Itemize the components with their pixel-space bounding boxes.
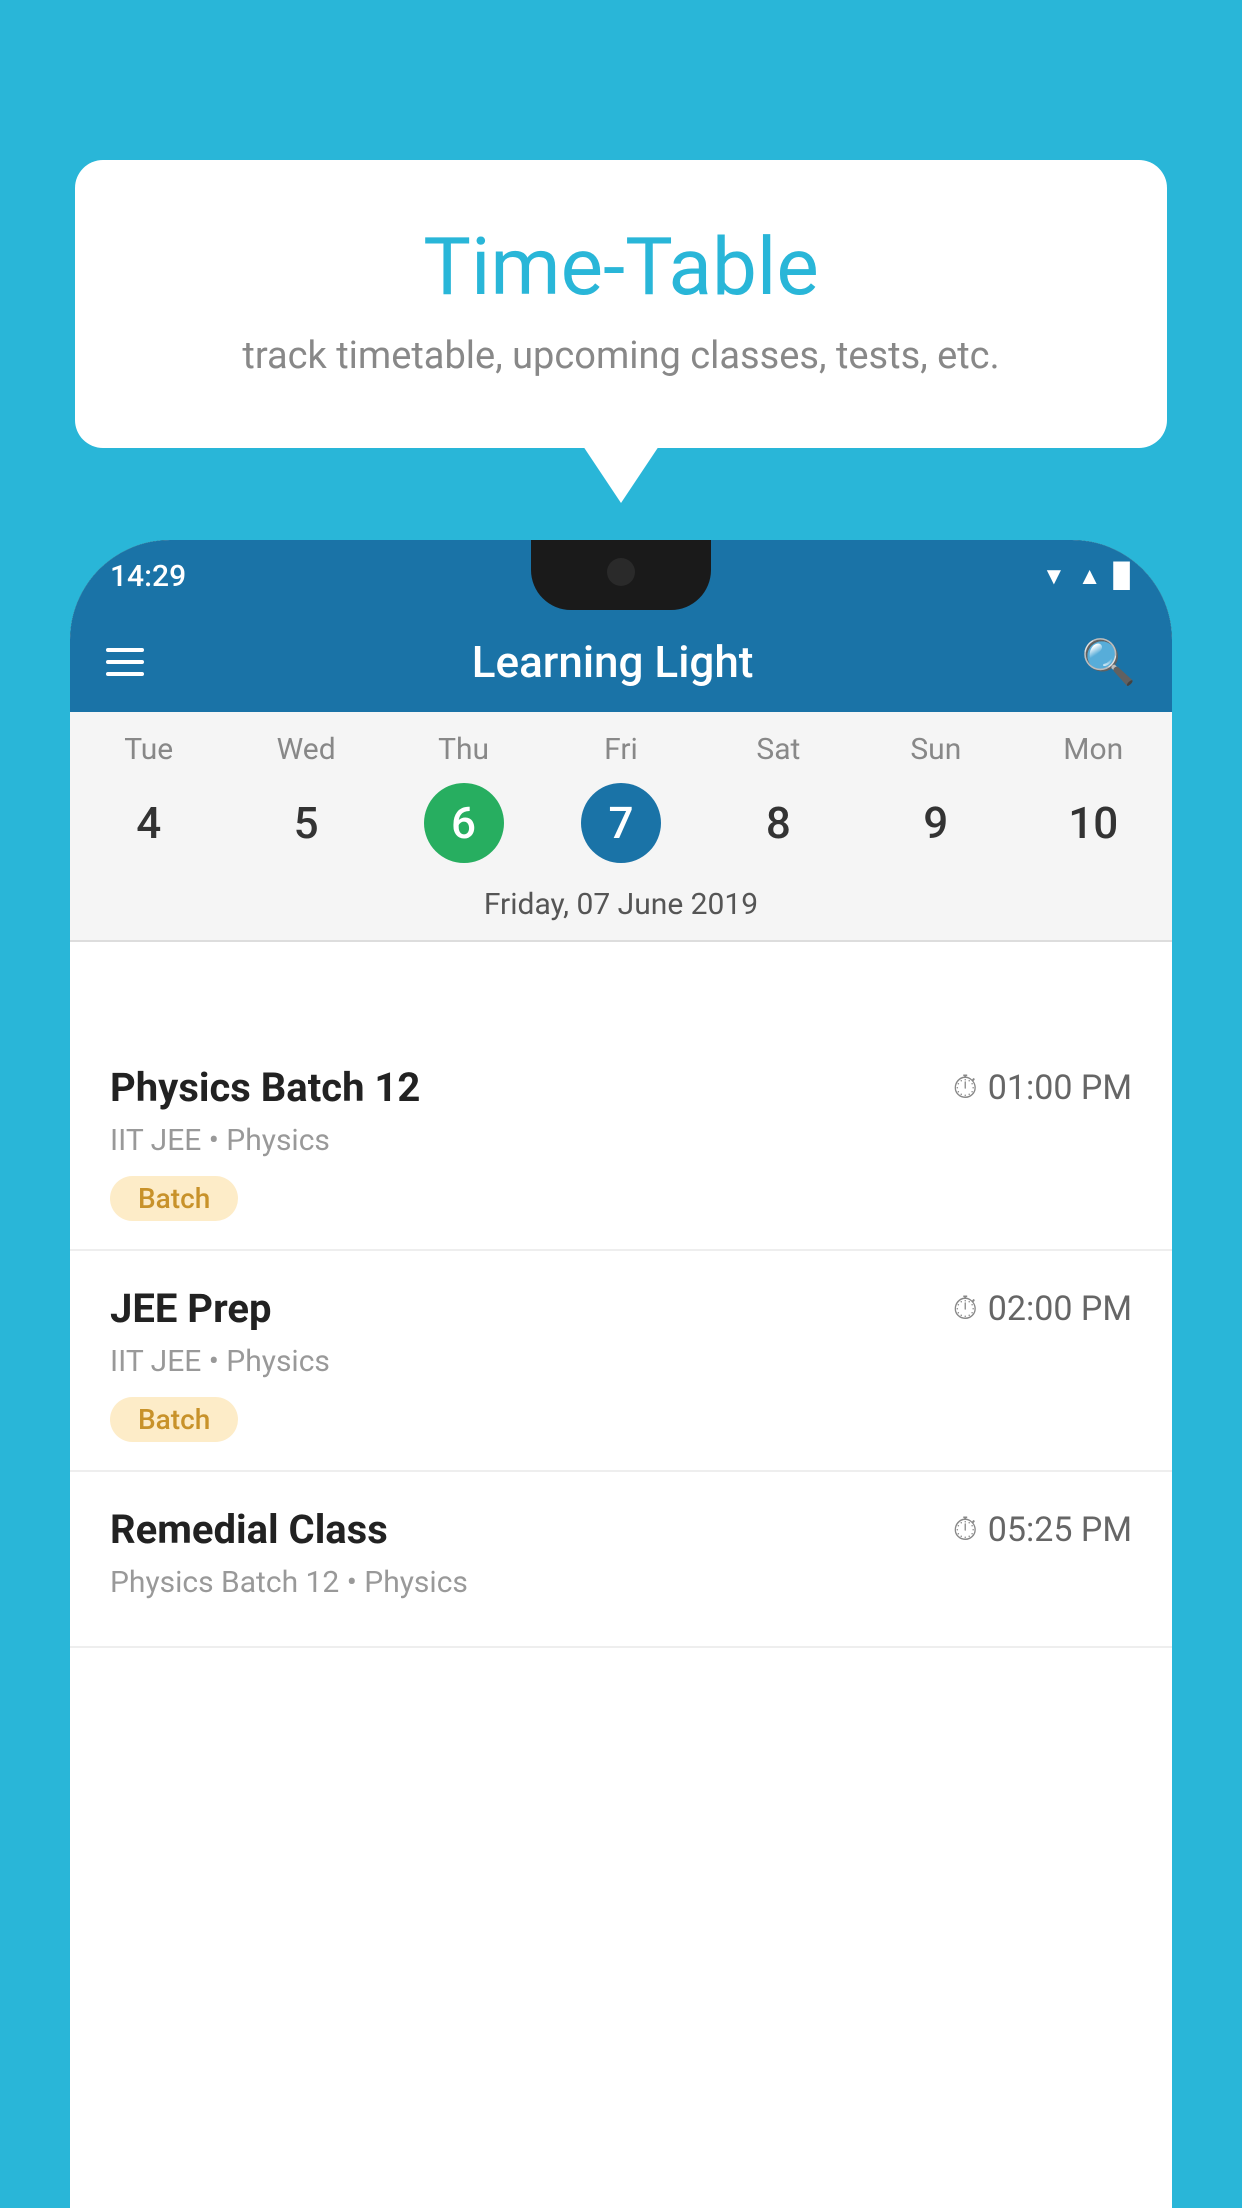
camera [607,558,635,586]
day-name: Fri [604,732,638,767]
day-number[interactable]: 10 [1053,783,1133,863]
day-name: Mon [1063,732,1123,767]
calendar-day-6[interactable]: Thu 6 [385,732,542,863]
day-number[interactable]: 9 [896,783,976,863]
clock-icon: ⏱ [953,1068,978,1107]
schedule-title: JEE Prep [110,1285,271,1332]
status-icons: ▼ ▲ ▉ [1042,562,1132,591]
schedule-item-header: JEE Prep ⏱ 02:00 PM [110,1285,1132,1332]
day-number[interactable]: 5 [266,783,346,863]
search-button[interactable]: 🔍 [1081,636,1136,688]
schedule-subtitle: IIT JEE • Physics [110,1123,1132,1158]
app-bar: Learning Light 🔍 [70,612,1172,712]
schedule-title: Physics Batch 12 [110,1064,420,1111]
calendar-day-8[interactable]: Sat 8 [700,732,857,863]
schedule-time: ⏱ 01:00 PM [953,1068,1132,1108]
day-name: Thu [438,732,489,767]
bubble-title: Time-Table [135,220,1107,314]
schedule-item[interactable]: Physics Batch 12 ⏱ 01:00 PM IIT JEE • Ph… [70,1030,1172,1251]
batch-badge: Batch [110,1397,238,1442]
day-name: Wed [277,732,336,767]
calendar-day-7[interactable]: Fri 7 [542,732,699,863]
calendar-days-header: Tue 4 Wed 5 Thu 6 Fri 7 Sat 8 Sun 9 Mon 10 [70,712,1172,873]
schedule-list: Physics Batch 12 ⏱ 01:00 PM IIT JEE • Ph… [70,1030,1172,2208]
speech-bubble: Time-Table track timetable, upcoming cla… [75,160,1167,448]
calendar-section: Tue 4 Wed 5 Thu 6 Fri 7 Sat 8 Sun 9 Mon 10 Friday, 07… [70,712,1172,942]
calendar-day-9[interactable]: Sun 9 [857,732,1014,863]
schedule-time: ⏱ 02:00 PM [953,1289,1132,1329]
app-title: Learning Light [174,636,1051,688]
schedule-subtitle: IIT JEE • Physics [110,1344,1132,1379]
signal-icon: ▲ [1078,562,1102,591]
schedule-subtitle: Physics Batch 12 • Physics [110,1565,1132,1600]
phone-frame: 14:29 ▼ ▲ ▉ Learning Light 🔍 Tue 4 Wed 5 Thu… [70,540,1172,2208]
schedule-item-header: Remedial Class ⏱ 05:25 PM [110,1506,1132,1553]
wifi-icon: ▼ [1042,562,1066,591]
time-value: 02:00 PM [988,1289,1132,1329]
day-number[interactable]: 4 [109,783,189,863]
day-name: Tue [124,732,173,767]
selected-date-label: Friday, 07 June 2019 [70,873,1172,940]
schedule-item[interactable]: Remedial Class ⏱ 05:25 PM Physics Batch … [70,1472,1172,1648]
day-number[interactable]: 8 [738,783,818,863]
divider [70,940,1172,942]
hamburger-menu-button[interactable] [106,648,144,676]
day-number[interactable]: 7 [581,783,661,863]
clock-icon: ⏱ [953,1510,978,1549]
day-number[interactable]: 6 [424,783,504,863]
bubble-subtitle: track timetable, upcoming classes, tests… [135,334,1107,378]
schedule-item[interactable]: JEE Prep ⏱ 02:00 PM IIT JEE • Physics Ba… [70,1251,1172,1472]
time-value: 05:25 PM [988,1510,1132,1550]
calendar-day-5[interactable]: Wed 5 [227,732,384,863]
status-time: 14:29 [110,559,186,594]
schedule-title: Remedial Class [110,1506,388,1553]
calendar-day-10[interactable]: Mon 10 [1015,732,1172,863]
phone-screen: 14:29 ▼ ▲ ▉ Learning Light 🔍 Tue 4 Wed 5 Thu… [70,540,1172,2208]
battery-icon: ▉ [1114,562,1132,590]
time-value: 01:00 PM [988,1068,1132,1108]
day-name: Sat [756,732,800,767]
schedule-item-header: Physics Batch 12 ⏱ 01:00 PM [110,1064,1132,1111]
batch-badge: Batch [110,1176,238,1221]
clock-icon: ⏱ [953,1289,978,1328]
calendar-day-4[interactable]: Tue 4 [70,732,227,863]
day-name: Sun [910,732,961,767]
schedule-time: ⏱ 05:25 PM [953,1510,1132,1550]
